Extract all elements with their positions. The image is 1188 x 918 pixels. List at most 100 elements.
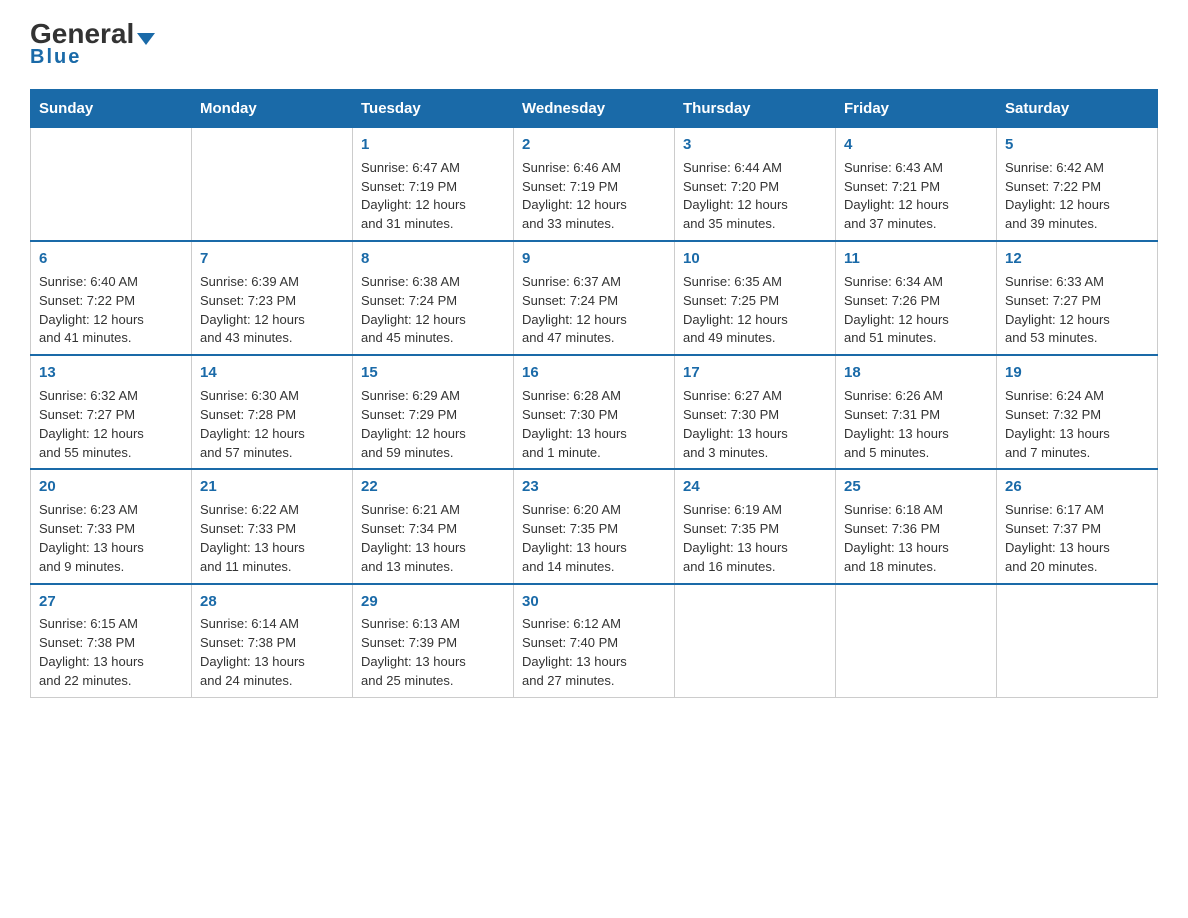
day-info-line: Daylight: 12 hours — [39, 425, 183, 444]
day-info-line: Sunrise: 6:37 AM — [522, 273, 666, 292]
day-info-line: Sunrise: 6:18 AM — [844, 501, 988, 520]
day-info-line: and 1 minute. — [522, 444, 666, 463]
calendar-cell: 28Sunrise: 6:14 AMSunset: 7:38 PMDayligh… — [192, 584, 353, 698]
calendar-cell — [675, 584, 836, 698]
day-info-line: Sunrise: 6:22 AM — [200, 501, 344, 520]
calendar-cell: 27Sunrise: 6:15 AMSunset: 7:38 PMDayligh… — [31, 584, 192, 698]
day-info-line: Sunrise: 6:26 AM — [844, 387, 988, 406]
day-number: 21 — [200, 476, 344, 498]
day-number: 12 — [1005, 248, 1149, 270]
day-number: 4 — [844, 134, 988, 156]
day-info-line: Sunset: 7:20 PM — [683, 178, 827, 197]
day-number: 16 — [522, 362, 666, 384]
day-number: 9 — [522, 248, 666, 270]
day-info-line: and 35 minutes. — [683, 215, 827, 234]
day-info-line: Sunset: 7:34 PM — [361, 520, 505, 539]
day-info-line: Sunrise: 6:12 AM — [522, 615, 666, 634]
calendar-cell: 4Sunrise: 6:43 AMSunset: 7:21 PMDaylight… — [836, 128, 997, 242]
page-header: General Blue — [30, 20, 1158, 69]
day-info-line: Sunrise: 6:28 AM — [522, 387, 666, 406]
day-info-line: Daylight: 12 hours — [200, 311, 344, 330]
calendar-cell: 2Sunrise: 6:46 AMSunset: 7:19 PMDaylight… — [514, 128, 675, 242]
day-info-line: Sunrise: 6:46 AM — [522, 159, 666, 178]
calendar-header-thursday: Thursday — [675, 90, 836, 128]
day-info-line: Daylight: 13 hours — [1005, 539, 1149, 558]
day-info-line: Sunset: 7:31 PM — [844, 406, 988, 425]
calendar-cell — [997, 584, 1158, 698]
day-info-line: Sunrise: 6:44 AM — [683, 159, 827, 178]
day-info-line: Sunset: 7:39 PM — [361, 634, 505, 653]
day-info-line: Sunrise: 6:39 AM — [200, 273, 344, 292]
day-info-line: Sunrise: 6:43 AM — [844, 159, 988, 178]
day-info-line: Sunset: 7:36 PM — [844, 520, 988, 539]
day-info-line: Sunrise: 6:13 AM — [361, 615, 505, 634]
calendar-cell: 6Sunrise: 6:40 AMSunset: 7:22 PMDaylight… — [31, 241, 192, 355]
day-info-line: Daylight: 13 hours — [683, 425, 827, 444]
day-info-line: Daylight: 13 hours — [1005, 425, 1149, 444]
day-info-line: Sunrise: 6:19 AM — [683, 501, 827, 520]
day-info-line: and 57 minutes. — [200, 444, 344, 463]
day-info-line: Sunset: 7:30 PM — [683, 406, 827, 425]
day-info-line: and 18 minutes. — [844, 558, 988, 577]
day-info-line: and 31 minutes. — [361, 215, 505, 234]
day-info-line: Sunset: 7:32 PM — [1005, 406, 1149, 425]
day-number: 7 — [200, 248, 344, 270]
day-info-line: and 43 minutes. — [200, 329, 344, 348]
day-info-line: Sunrise: 6:15 AM — [39, 615, 183, 634]
day-info-line: Sunrise: 6:21 AM — [361, 501, 505, 520]
day-number: 29 — [361, 591, 505, 613]
day-info-line: Sunrise: 6:23 AM — [39, 501, 183, 520]
day-number: 15 — [361, 362, 505, 384]
day-info-line: Daylight: 13 hours — [844, 539, 988, 558]
calendar-header-friday: Friday — [836, 90, 997, 128]
day-info-line: Daylight: 13 hours — [522, 425, 666, 444]
calendar-table: SundayMondayTuesdayWednesdayThursdayFrid… — [30, 89, 1158, 698]
calendar-week-5: 27Sunrise: 6:15 AMSunset: 7:38 PMDayligh… — [31, 584, 1158, 698]
calendar-header-sunday: Sunday — [31, 90, 192, 128]
day-info-line: and 53 minutes. — [1005, 329, 1149, 348]
calendar-header-saturday: Saturday — [997, 90, 1158, 128]
day-info-line: and 33 minutes. — [522, 215, 666, 234]
day-info-line: Sunset: 7:22 PM — [39, 292, 183, 311]
day-info-line: Sunset: 7:22 PM — [1005, 178, 1149, 197]
day-info-line: Daylight: 12 hours — [1005, 311, 1149, 330]
day-info-line: Daylight: 12 hours — [844, 311, 988, 330]
calendar-cell: 8Sunrise: 6:38 AMSunset: 7:24 PMDaylight… — [353, 241, 514, 355]
calendar-cell: 29Sunrise: 6:13 AMSunset: 7:39 PMDayligh… — [353, 584, 514, 698]
day-info-line: and 59 minutes. — [361, 444, 505, 463]
calendar-cell: 14Sunrise: 6:30 AMSunset: 7:28 PMDayligh… — [192, 355, 353, 469]
calendar-cell — [836, 584, 997, 698]
day-info-line: Daylight: 13 hours — [200, 653, 344, 672]
day-info-line: Sunrise: 6:14 AM — [200, 615, 344, 634]
day-info-line: and 47 minutes. — [522, 329, 666, 348]
day-info-line: Sunset: 7:28 PM — [200, 406, 344, 425]
day-info-line: and 7 minutes. — [1005, 444, 1149, 463]
calendar-cell: 24Sunrise: 6:19 AMSunset: 7:35 PMDayligh… — [675, 469, 836, 583]
calendar-cell: 17Sunrise: 6:27 AMSunset: 7:30 PMDayligh… — [675, 355, 836, 469]
day-info-line: and 20 minutes. — [1005, 558, 1149, 577]
calendar-cell: 19Sunrise: 6:24 AMSunset: 7:32 PMDayligh… — [997, 355, 1158, 469]
day-info-line: and 37 minutes. — [844, 215, 988, 234]
day-number: 30 — [522, 591, 666, 613]
day-info-line: Daylight: 13 hours — [361, 539, 505, 558]
day-info-line: Sunrise: 6:29 AM — [361, 387, 505, 406]
day-info-line: Sunset: 7:30 PM — [522, 406, 666, 425]
day-info-line: Daylight: 12 hours — [361, 425, 505, 444]
day-info-line: Sunset: 7:26 PM — [844, 292, 988, 311]
calendar-cell: 22Sunrise: 6:21 AMSunset: 7:34 PMDayligh… — [353, 469, 514, 583]
day-number: 14 — [200, 362, 344, 384]
calendar-cell: 13Sunrise: 6:32 AMSunset: 7:27 PMDayligh… — [31, 355, 192, 469]
day-info-line: Sunrise: 6:47 AM — [361, 159, 505, 178]
day-info-line: Daylight: 13 hours — [39, 653, 183, 672]
day-info-line: and 11 minutes. — [200, 558, 344, 577]
logo-text: General — [30, 20, 155, 48]
day-info-line: Sunrise: 6:33 AM — [1005, 273, 1149, 292]
calendar-cell: 3Sunrise: 6:44 AMSunset: 7:20 PMDaylight… — [675, 128, 836, 242]
day-info-line: and 49 minutes. — [683, 329, 827, 348]
day-info-line: Sunset: 7:37 PM — [1005, 520, 1149, 539]
day-info-line: Daylight: 13 hours — [683, 539, 827, 558]
day-info-line: and 9 minutes. — [39, 558, 183, 577]
day-info-line: and 25 minutes. — [361, 672, 505, 691]
calendar-cell: 5Sunrise: 6:42 AMSunset: 7:22 PMDaylight… — [997, 128, 1158, 242]
day-info-line: and 22 minutes. — [39, 672, 183, 691]
